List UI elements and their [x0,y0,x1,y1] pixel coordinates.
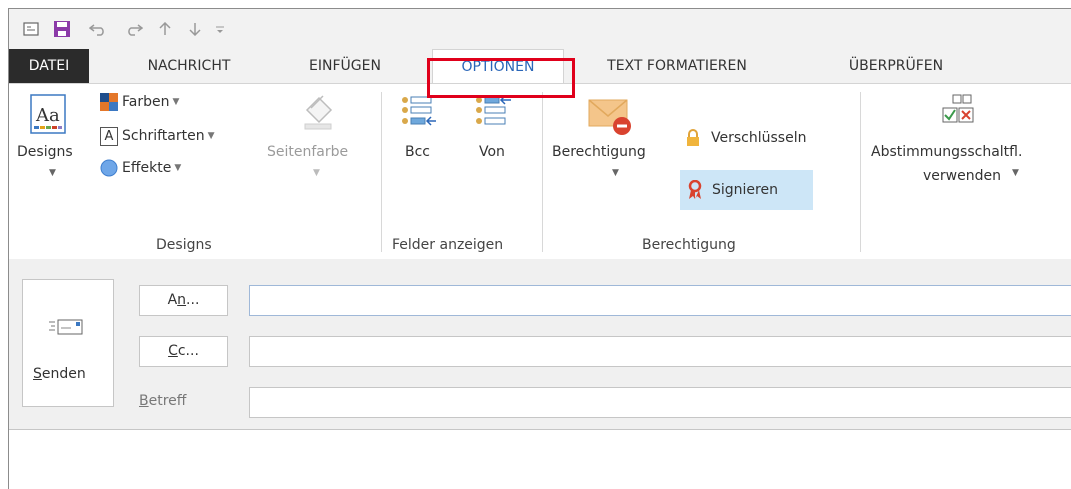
chevron-down-icon: ▼ [207,131,215,141]
group-label-designs: Designs [156,237,212,253]
ribbon-options: Aa Designs ▼ Farben ▼ A Schriftarten ▼ Eff… [9,83,1071,260]
voting-label-line2: verwenden [923,168,1001,184]
message-body[interactable] [9,429,1071,489]
tab-insert[interactable]: EINFÜGEN [290,49,400,83]
ribbon-badge-icon [688,180,702,199]
designs-button[interactable]: Aa Designs ▼ [15,94,91,214]
fonts-button[interactable]: A Schriftarten ▼ [100,124,215,148]
save-icon[interactable] [53,19,71,39]
send-label: Senden [33,366,86,382]
cc-label: Cc... [168,343,199,359]
tab-options[interactable]: OPTIONEN [432,49,564,85]
cc-button[interactable]: Cc... [139,336,228,367]
subject-field[interactable] [249,387,1071,418]
svg-text:Aa: Aa [35,105,60,126]
sign-label: Signieren [712,182,778,198]
encrypt-label: Verschlüsseln [711,130,807,146]
group-label-show-fields: Felder anzeigen [392,237,504,253]
bcc-field-icon [402,96,436,126]
chevron-down-icon: ▼ [1012,168,1019,178]
send-mail-icon [49,319,83,335]
to-field[interactable] [249,285,1071,316]
cc-field[interactable] [249,336,1071,367]
chevron-down-icon: ▼ [172,97,180,107]
group-label-permission: Berechtigung [642,237,736,253]
ribbon-tabs: DATEI NACHRICHT EINFÜGEN OPTIONEN TEXT F… [9,49,1071,85]
chevron-down-icon: ▼ [612,168,619,178]
fonts-label: Schriftarten [122,128,205,144]
from-field-icon [476,96,511,125]
designs-icon: Aa [30,94,66,134]
group-separator [542,92,543,252]
chevron-down-icon: ▼ [174,163,182,173]
bcc-button[interactable]: Bcc [395,94,445,214]
voting-checkbox-icon [942,94,974,123]
colors-button[interactable]: Farben ▼ [100,90,179,114]
tab-message[interactable]: NACHRICHT [124,49,254,83]
to-button[interactable]: An... [139,285,228,316]
quick-access-toolbar [9,9,1071,49]
from-label: Von [479,144,505,160]
chevron-down-icon: ▼ [49,168,56,178]
tab-file[interactable]: DATEI [9,49,89,83]
font-icon: A [100,126,118,146]
mail-icon[interactable] [23,19,39,39]
redo-icon[interactable] [125,19,143,39]
outlook-message-window: DATEI NACHRICHT EINFÜGEN OPTIONEN TEXT F… [8,8,1071,489]
voting-buttons-button[interactable]: Abstimmungsschaltfl. verwenden ▼ [869,94,1045,224]
subject-label: Betreff [139,393,187,409]
effects-button[interactable]: Effekte ▼ [100,156,181,180]
undo-icon[interactable] [89,19,107,39]
colors-label: Farben [122,94,170,110]
down-arrow-icon[interactable] [189,19,201,39]
permission-label: Berechtigung [552,144,646,160]
effects-label: Effekte [122,160,172,176]
customize-icon[interactable] [215,19,225,39]
envelope-restricted-icon [588,99,631,135]
bcc-label: Bcc [405,144,430,160]
from-button[interactable]: Von [471,94,521,214]
lock-icon [687,129,699,146]
voting-label-line1: Abstimmungsschaltfl. [871,144,1023,160]
page-color-button[interactable]: Seitenfarbe ▼ [267,94,367,214]
effects-circle-icon [100,159,118,177]
tab-review[interactable]: ÜBERPRÜFEN [826,49,966,83]
compose-header: Senden An... Cc... Betreff [9,259,1071,489]
designs-label: Designs [17,144,73,160]
group-separator [860,92,861,252]
tab-format-text[interactable]: TEXT FORMATIEREN [592,49,762,83]
chevron-down-icon: ▼ [313,168,320,178]
encrypt-button[interactable]: Verschlüsseln [685,126,806,150]
up-arrow-icon[interactable] [159,19,171,39]
sign-button[interactable]: Signieren [680,170,813,210]
group-separator [381,92,382,252]
paint-bucket-icon [304,95,333,130]
page-color-label: Seitenfarbe [267,144,349,160]
color-palette-icon [100,93,118,111]
to-label: An... [167,292,200,308]
permission-button[interactable]: Berechtigung ▼ [552,94,670,214]
send-button[interactable]: Senden [22,279,114,407]
